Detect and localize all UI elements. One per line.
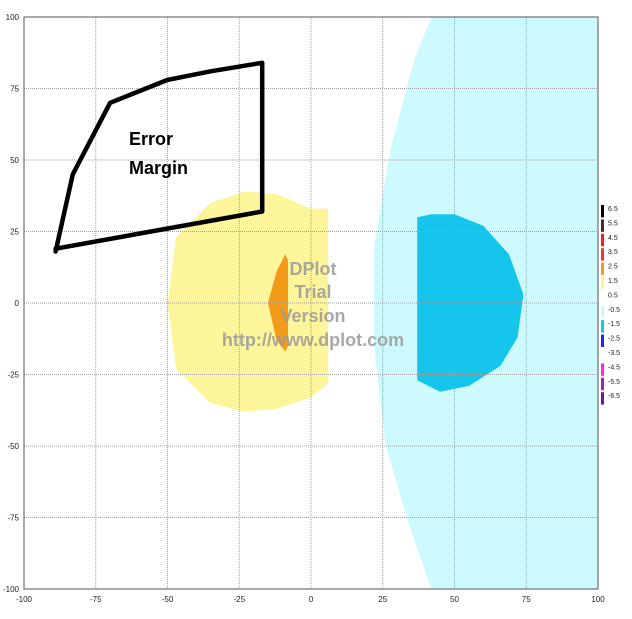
colorbar-swatch: [601, 248, 604, 261]
y-tick-label: 75: [10, 85, 19, 94]
x-tick-label: -100: [16, 595, 33, 604]
colorbar-label: -0.5: [608, 307, 620, 314]
y-tick-label: -75: [7, 514, 19, 523]
x-tick-label: -50: [162, 595, 174, 604]
colorbar-swatch: [601, 349, 604, 362]
x-tick-label: 25: [378, 595, 387, 604]
colorbar-label: -4.5: [608, 364, 620, 371]
x-tick-label: -25: [233, 595, 245, 604]
y-tick-label: -25: [7, 371, 19, 380]
colorbar-label: 1.5: [608, 278, 618, 285]
colorbar-swatch: [601, 320, 604, 333]
color-bar-legend: 6.5 5.5 4.5 3.5 2.5 1.5 0.5 -0.5 -1.5 -2.5 -3.5 -4.…: [601, 205, 620, 405]
colorbar-swatch: [601, 392, 604, 405]
colorbar-swatch: [601, 205, 604, 218]
colorbar-swatch: [601, 305, 604, 319]
x-axis-ticks: -100 -75 -50 -25 0 25 50 75 100: [16, 595, 605, 604]
y-tick-label: 0: [15, 299, 20, 308]
annotation-line-1: Error: [129, 129, 173, 149]
colorbar-label: -3.5: [608, 350, 620, 357]
contour-chart: -100 -75 -50 -25 0 25 50 75 100 -100 -75 -50 -25 0 25…: [3, 13, 620, 604]
y-tick-label: 100: [6, 13, 20, 22]
x-tick-label: 75: [522, 595, 531, 604]
colorbar-label: 0.5: [608, 292, 618, 299]
x-tick-label: 50: [450, 595, 459, 604]
y-tick-label: 50: [10, 156, 19, 165]
x-tick-label: -75: [90, 595, 102, 604]
colorbar-swatch: [601, 363, 604, 376]
watermark-line-1: DPlot: [290, 259, 337, 279]
y-tick-label: 25: [10, 228, 19, 237]
colorbar-label: -2.5: [608, 336, 620, 343]
colorbar-label: 6.5: [608, 206, 618, 213]
y-tick-label: -50: [7, 442, 19, 451]
colorbar-swatch: [601, 334, 604, 347]
colorbar-label: -5.5: [608, 379, 620, 386]
colorbar-swatch: [601, 277, 604, 290]
colorbar-label: 4.5: [608, 235, 618, 242]
colorbar-label: -6.5: [608, 393, 620, 400]
colorbar-swatch: [601, 233, 604, 247]
colorbar-swatch: [601, 291, 604, 304]
colorbar-swatch: [601, 377, 604, 391]
colorbar-swatch: [601, 219, 604, 232]
annotation-line-2: Margin: [129, 158, 188, 178]
watermark-line-4: http://www.dplot.com: [222, 330, 404, 350]
colorbar-label: 2.5: [608, 264, 618, 271]
watermark-line-2: Trial: [294, 282, 331, 302]
colorbar-swatch: [601, 262, 604, 275]
colorbar-label: -1.5: [608, 321, 620, 328]
watermark-line-3: Version: [280, 306, 345, 326]
x-tick-label: 0: [309, 595, 314, 604]
y-tick-label: -100: [3, 585, 20, 594]
y-axis-ticks: -100 -75 -50 -25 0 25 50 75 100: [3, 13, 20, 594]
colorbar-label: 5.5: [608, 220, 618, 227]
x-tick-label: 100: [591, 595, 605, 604]
colorbar-label: 3.5: [608, 249, 618, 256]
